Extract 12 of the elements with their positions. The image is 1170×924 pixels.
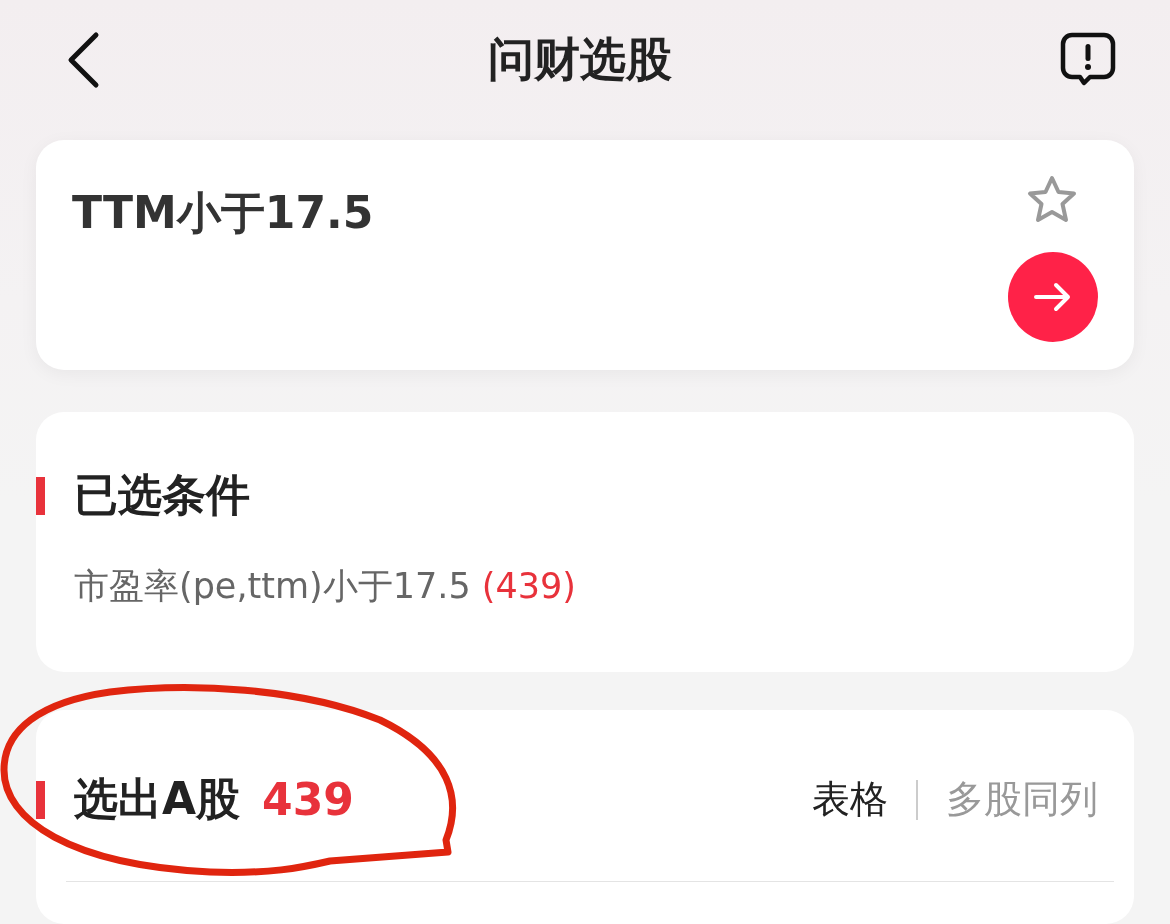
section-title: 选出A股 <box>74 772 241 826</box>
page-title: 问财选股 <box>488 31 672 88</box>
accent-bar <box>36 780 45 819</box>
feedback-button[interactable] <box>1060 32 1116 88</box>
arrow-icon <box>1033 282 1073 312</box>
view-tab[interactable]: 表格 <box>812 774 888 825</box>
query-text[interactable]: TTM小于17.5 <box>72 184 374 240</box>
accent-bar <box>36 476 45 515</box>
section-title: 已选条件 <box>74 468 250 522</box>
condition-item[interactable]: 市盈率(pe,ttm)小于17.5 (439) <box>74 563 1134 610</box>
back-button[interactable] <box>66 31 100 89</box>
result-count: 439 <box>262 774 354 825</box>
